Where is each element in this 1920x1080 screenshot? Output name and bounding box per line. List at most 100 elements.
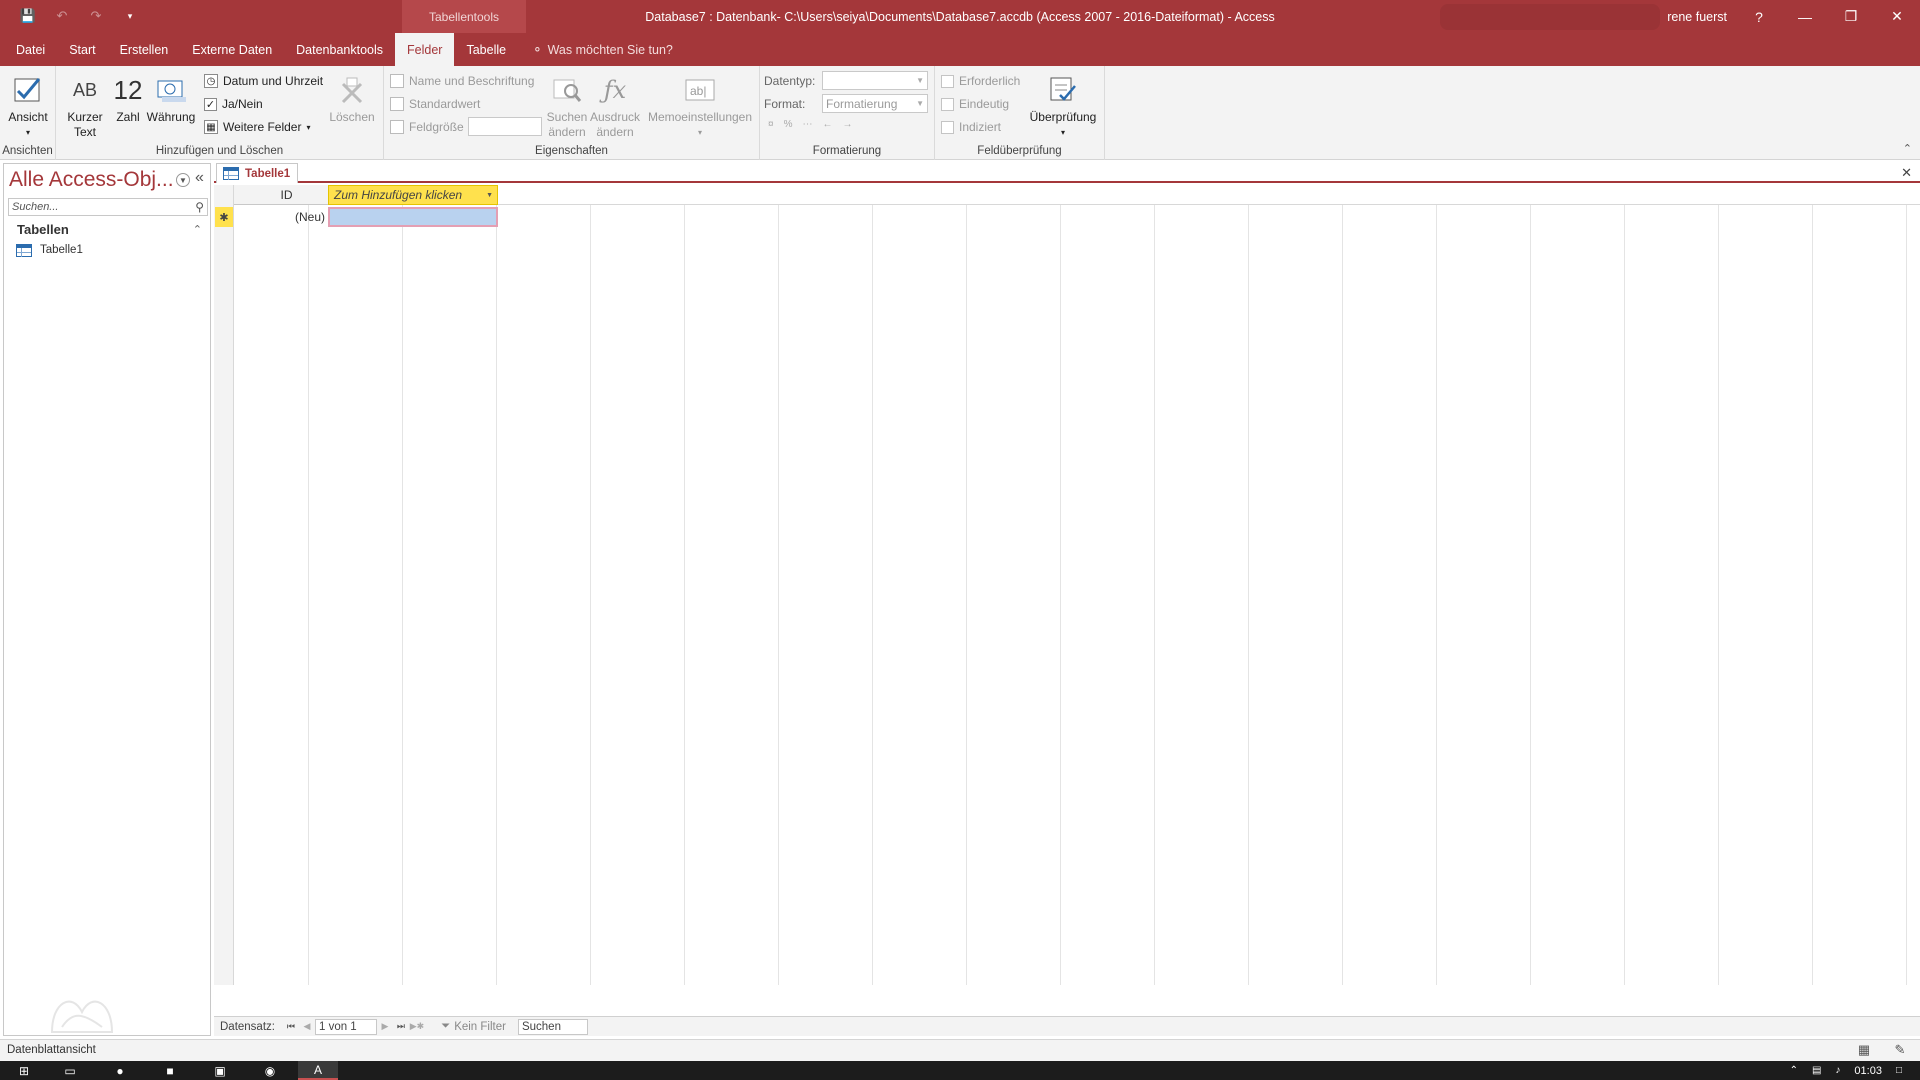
doc-tab-tabelle1[interactable]: Tabelle1 [216, 163, 298, 183]
tell-me-box[interactable]: ⚬ Was möchten Sie tun? [518, 33, 673, 66]
memoeinstellungen-button[interactable]: ab| Memoeinstellungen ▾ [646, 70, 754, 140]
minimize-icon[interactable]: — [1782, 0, 1828, 33]
document-tab-bar: Tabelle1 ✕ [214, 163, 1920, 183]
chevron-down-icon[interactable]: ▼ [486, 192, 493, 199]
close-document-icon[interactable]: ✕ [1901, 165, 1912, 181]
tab-externe-daten[interactable]: Externe Daten [180, 33, 284, 66]
filter-toggle[interactable]: ⏷ Kein Filter [441, 1020, 506, 1033]
edge-icon[interactable]: ● [100, 1061, 140, 1080]
ueberpruefung-button[interactable]: Überprüfung ▾ [1025, 70, 1101, 140]
waehrung-button[interactable]: Währung [146, 70, 196, 125]
network-icon[interactable]: ▤ [1812, 1065, 1821, 1076]
new-record-marker[interactable]: ✱ [215, 207, 233, 227]
currency-icon [156, 70, 186, 110]
tab-erstellen[interactable]: Erstellen [108, 33, 181, 66]
new-record-icon[interactable]: ▶✱ [409, 1021, 425, 1032]
datum-button[interactable]: ◷ Datum und Uhrzeit [204, 71, 323, 91]
erforderlich-checkbox[interactable]: Erforderlich [941, 71, 1020, 91]
prev-record-icon[interactable]: ◀ [299, 1021, 315, 1032]
group-label: Hinzufügen und Löschen [155, 145, 284, 157]
user-name[interactable]: rene fuerst [1667, 10, 1727, 24]
nav-group-tables[interactable]: Tabellen ⌃ [8, 219, 208, 239]
suchen-aendern-button[interactable]: Suchen ändern [544, 70, 590, 140]
tray-overflow-icon[interactable]: ⌃ [1790, 1065, 1798, 1076]
zahl-button[interactable]: 12 Zahl [108, 70, 148, 125]
column-header-id[interactable]: ID ▼ [234, 185, 340, 205]
customize-qat-icon[interactable]: ▾ [120, 6, 140, 26]
cell-new-id[interactable]: (Neu) [234, 207, 328, 227]
record-position-input[interactable]: 1 von 1 [314, 1018, 377, 1035]
datentyp-select[interactable]: ▼ [822, 71, 928, 90]
suchen-label-1: Suchen [546, 110, 588, 124]
undo-icon[interactable]: ↶ [52, 6, 72, 26]
collapse-ribbon-icon[interactable]: ⌃ [1903, 142, 1912, 155]
checkbox-icon [941, 120, 954, 134]
clock[interactable]: 01:03 [1854, 1065, 1882, 1077]
task-view-icon[interactable]: ▭ [50, 1061, 90, 1080]
memo-label: Memoeinstellungen [647, 110, 753, 124]
currency-format-icon[interactable]: ¤ [768, 119, 774, 130]
nav-title[interactable]: Alle Access-Obj... [9, 168, 174, 192]
nav-item-tabelle1[interactable]: Tabelle1 [16, 240, 83, 260]
file-explorer-icon[interactable]: ■ [150, 1061, 190, 1080]
volume-icon[interactable]: ♪ [1835, 1065, 1840, 1076]
tab-datenbanktools[interactable]: Datenbanktools [284, 33, 395, 66]
shutter-bar-icon[interactable]: « [195, 169, 204, 187]
redo-icon[interactable]: ↷ [86, 6, 106, 26]
design-view-icon[interactable]: ✎ [1892, 1042, 1908, 1058]
format-select[interactable]: Formatierung ▼ [822, 94, 928, 113]
notifications-icon[interactable]: □ [1896, 1065, 1902, 1076]
datasheet-grid[interactable]: ID ▼ Zum Hinzufügen klicken ▼ ✱ (Neu) [214, 185, 1920, 985]
windows-start-icon[interactable]: ⊞ [4, 1061, 44, 1080]
restore-icon[interactable]: ❐ [1828, 0, 1874, 33]
tab-tabelle[interactable]: Tabelle [454, 33, 518, 66]
cell-new-add-selected[interactable] [328, 207, 498, 227]
standardwert-button[interactable]: Standardwert [390, 94, 480, 114]
delete-icon [339, 70, 365, 110]
access-icon[interactable]: A [298, 1061, 338, 1080]
loeschen-label: Löschen [329, 110, 375, 124]
record-search-input[interactable]: Suchen [517, 1018, 588, 1035]
tab-datei[interactable]: Datei [4, 33, 57, 66]
column-header-label: ID [280, 187, 293, 202]
nav-menu-icon[interactable]: ▼ [176, 173, 190, 187]
tab-start[interactable]: Start [57, 33, 107, 66]
more-fields-icon: ▦ [204, 120, 218, 134]
ausdruck-aendern-button[interactable]: ƒx Ausdruck ändern [590, 70, 640, 140]
help-icon[interactable]: ? [1736, 0, 1782, 33]
next-record-icon[interactable]: ▶ [377, 1021, 393, 1032]
collapse-group-icon[interactable]: ⌃ [193, 223, 202, 236]
indiziert-label: Indiziert [959, 120, 1002, 134]
first-record-icon[interactable]: ⏮ [283, 1021, 299, 1032]
increase-decimals-icon[interactable]: ← [822, 119, 832, 130]
decrease-decimals-icon[interactable]: → [842, 119, 852, 130]
kurzer-text-button[interactable]: AB Kurzer Text [62, 70, 108, 140]
datasheet-view-icon[interactable]: ▦ [1856, 1042, 1872, 1058]
save-icon[interactable]: 💾 [18, 6, 38, 26]
row-selector-column [214, 185, 234, 985]
column-header-add[interactable]: Zum Hinzufügen klicken ▼ [328, 185, 498, 205]
indiziert-checkbox[interactable]: Indiziert [941, 117, 1001, 137]
system-tray: ⌃ ▤ ♪ 01:03 □ [1790, 1061, 1902, 1080]
name-beschriftung-button[interactable]: Name und Beschriftung [390, 71, 534, 91]
eindeutig-checkbox[interactable]: Eindeutig [941, 94, 1009, 114]
zahl-label: Zahl [116, 110, 140, 124]
weitere-label: Weitere Felder [223, 120, 302, 134]
view-button[interactable]: Ansicht ▾ [6, 70, 50, 140]
ueberpruefung-dropdown-icon: ▾ [1060, 128, 1065, 137]
group-ansichten: Ansicht ▾ Ansichten [0, 66, 56, 160]
close-icon[interactable]: ✕ [1874, 0, 1920, 33]
kurzer-text-label-2: Text [73, 125, 96, 139]
store-icon[interactable]: ▣ [200, 1061, 240, 1080]
thousands-icon[interactable]: ⋯ [802, 119, 812, 130]
chrome-icon[interactable]: ◉ [250, 1061, 290, 1080]
percent-icon[interactable]: % [784, 119, 793, 130]
tab-felder[interactable]: Felder [395, 33, 455, 66]
janein-button[interactable]: ✓ Ja/Nein [204, 94, 263, 114]
search-icon[interactable]: ⚲ [195, 200, 204, 214]
feldgroesse-input[interactable] [468, 117, 542, 136]
loeschen-button[interactable]: Löschen [326, 70, 378, 125]
last-record-icon[interactable]: ⏭ [393, 1021, 409, 1032]
nav-search-input[interactable]: Suchen... ⚲ [8, 198, 208, 216]
weitere-felder-button[interactable]: ▦ Weitere Felder ▾ [204, 117, 311, 137]
